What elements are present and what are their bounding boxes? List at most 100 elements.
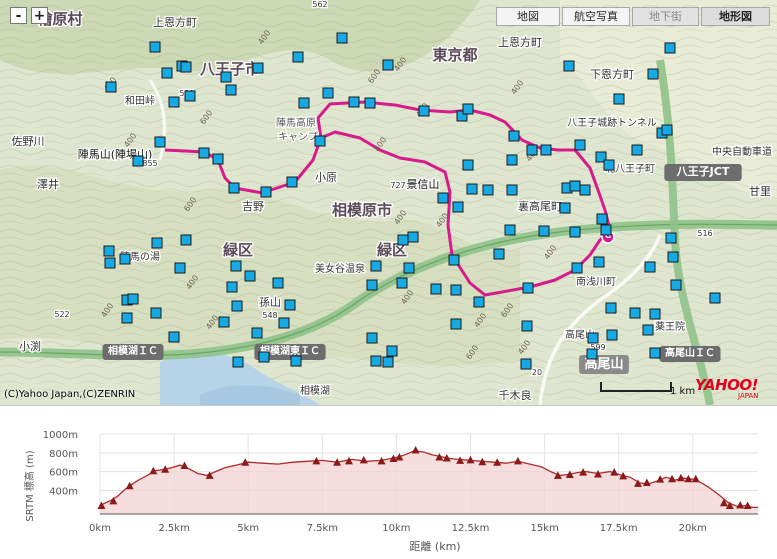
waypoint-icon[interactable] [450, 284, 462, 296]
waypoint-icon[interactable] [522, 282, 534, 294]
waypoint-icon[interactable] [403, 262, 415, 274]
waypoint-icon[interactable] [508, 130, 520, 142]
waypoint-icon[interactable] [647, 68, 659, 80]
waypoint-icon[interactable] [232, 356, 244, 368]
waypoint-icon[interactable] [370, 260, 382, 272]
waypoint-icon[interactable] [506, 154, 518, 166]
waypoint-icon[interactable] [430, 283, 442, 295]
waypoint-icon[interactable] [180, 234, 192, 246]
waypoint-icon[interactable] [538, 225, 550, 237]
waypoint-icon[interactable] [600, 224, 612, 236]
waypoint-icon[interactable] [493, 248, 505, 260]
waypoint-icon[interactable] [226, 281, 238, 293]
waypoint-icon[interactable] [506, 184, 518, 196]
waypoint-icon[interactable] [574, 139, 586, 151]
waypoint-icon[interactable] [462, 103, 474, 115]
waypoint-icon[interactable] [364, 97, 376, 109]
waypoint-icon[interactable] [230, 260, 242, 272]
map-view[interactable]: 檜原村 上恩方町 八王子市 和田峠 佐野川 陣馬山(陣場山) 855 澤井 陣馬高原 キャンプ 小原… [0, 0, 777, 406]
waypoint-icon[interactable] [670, 279, 682, 291]
waypoint-icon[interactable] [168, 96, 180, 108]
waypoint-icon[interactable] [258, 351, 270, 363]
map-type-terrain-button[interactable]: 地形図 [701, 7, 770, 26]
waypoint-icon[interactable] [119, 253, 131, 265]
waypoint-icon[interactable] [105, 81, 117, 93]
waypoint-icon[interactable] [504, 224, 516, 236]
waypoint-icon[interactable] [397, 234, 409, 246]
waypoint-icon[interactable] [450, 318, 462, 330]
waypoint-icon[interactable] [168, 331, 180, 343]
waypoint-icon[interactable] [667, 251, 679, 263]
waypoint-icon[interactable] [244, 270, 256, 282]
waypoint-icon[interactable] [596, 213, 608, 225]
waypoint-icon[interactable] [586, 348, 598, 360]
waypoint-icon[interactable] [220, 71, 232, 83]
waypoint-icon[interactable] [466, 183, 478, 195]
waypoint-icon[interactable] [644, 261, 656, 273]
waypoint-icon[interactable] [520, 358, 532, 370]
waypoint-icon[interactable] [212, 153, 224, 165]
waypoint-icon[interactable] [382, 356, 394, 368]
waypoint-icon[interactable] [278, 317, 290, 329]
waypoint-icon[interactable] [218, 316, 230, 328]
waypoint-icon[interactable] [132, 155, 144, 167]
waypoint-icon[interactable] [649, 347, 661, 359]
waypoint-icon[interactable] [386, 345, 398, 357]
waypoint-icon[interactable] [563, 60, 575, 72]
waypoint-icon[interactable] [150, 307, 162, 319]
waypoint-icon[interactable] [370, 355, 382, 367]
waypoint-icon[interactable] [151, 237, 163, 249]
waypoint-icon[interactable] [149, 41, 161, 53]
waypoint-icon[interactable] [452, 201, 464, 213]
waypoint-icon[interactable] [569, 226, 581, 238]
topographic-map[interactable]: 檜原村 上恩方町八王子市和田峠佐野川陣馬山(陣場山)855澤井陣馬高原キャンプ小原… [0, 0, 777, 405]
waypoint-icon[interactable] [540, 144, 552, 156]
waypoint-icon[interactable] [605, 302, 617, 314]
zoom-out-button[interactable]: - [10, 7, 27, 24]
waypoint-icon[interactable] [396, 277, 408, 289]
waypoint-icon[interactable] [448, 254, 460, 266]
waypoint-icon[interactable] [571, 262, 583, 274]
waypoint-icon[interactable] [121, 312, 133, 324]
waypoint-icon[interactable] [348, 96, 360, 108]
waypoint-icon[interactable] [127, 293, 139, 305]
waypoint-icon[interactable] [462, 159, 474, 171]
waypoint-icon[interactable] [104, 257, 116, 269]
waypoint-icon[interactable] [260, 186, 272, 198]
waypoint-icon[interactable] [366, 279, 378, 291]
waypoint-icon[interactable] [286, 176, 298, 188]
waypoint-icon[interactable] [709, 292, 721, 304]
waypoint-icon[interactable] [198, 147, 210, 159]
waypoint-icon[interactable] [272, 277, 284, 289]
map-type-underground-button[interactable]: 地下街 [632, 7, 699, 26]
waypoint-icon[interactable] [629, 307, 641, 319]
waypoint-icon[interactable] [231, 300, 243, 312]
waypoint-icon[interactable] [631, 144, 643, 156]
waypoint-icon[interactable] [252, 62, 264, 74]
waypoint-icon[interactable] [251, 327, 263, 339]
waypoint-icon[interactable] [407, 231, 419, 243]
waypoint-icon[interactable] [603, 159, 615, 171]
waypoint-icon[interactable] [661, 124, 673, 136]
waypoint-icon[interactable] [174, 262, 186, 274]
waypoint-icon[interactable] [284, 299, 296, 311]
waypoint-icon[interactable] [290, 355, 302, 367]
waypoint-icon[interactable] [314, 135, 326, 147]
waypoint-icon[interactable] [366, 332, 378, 344]
waypoint-icon[interactable] [161, 67, 173, 79]
waypoint-icon[interactable] [437, 192, 449, 204]
waypoint-icon[interactable] [579, 184, 591, 196]
waypoint-icon[interactable] [521, 320, 533, 332]
waypoint-icon[interactable] [225, 84, 237, 96]
waypoint-icon[interactable] [228, 182, 240, 194]
waypoint-icon[interactable] [154, 136, 166, 148]
waypoint-icon[interactable] [292, 51, 304, 63]
map-type-aerial-button[interactable]: 航空写真 [562, 7, 630, 26]
zoom-in-button[interactable]: + [31, 7, 48, 24]
waypoint-icon[interactable] [593, 256, 605, 268]
waypoint-icon[interactable] [613, 93, 625, 105]
waypoint-icon[interactable] [184, 90, 196, 102]
waypoint-icon[interactable] [606, 329, 618, 341]
waypoint-icon[interactable] [587, 332, 599, 344]
waypoint-icon[interactable] [418, 105, 430, 117]
